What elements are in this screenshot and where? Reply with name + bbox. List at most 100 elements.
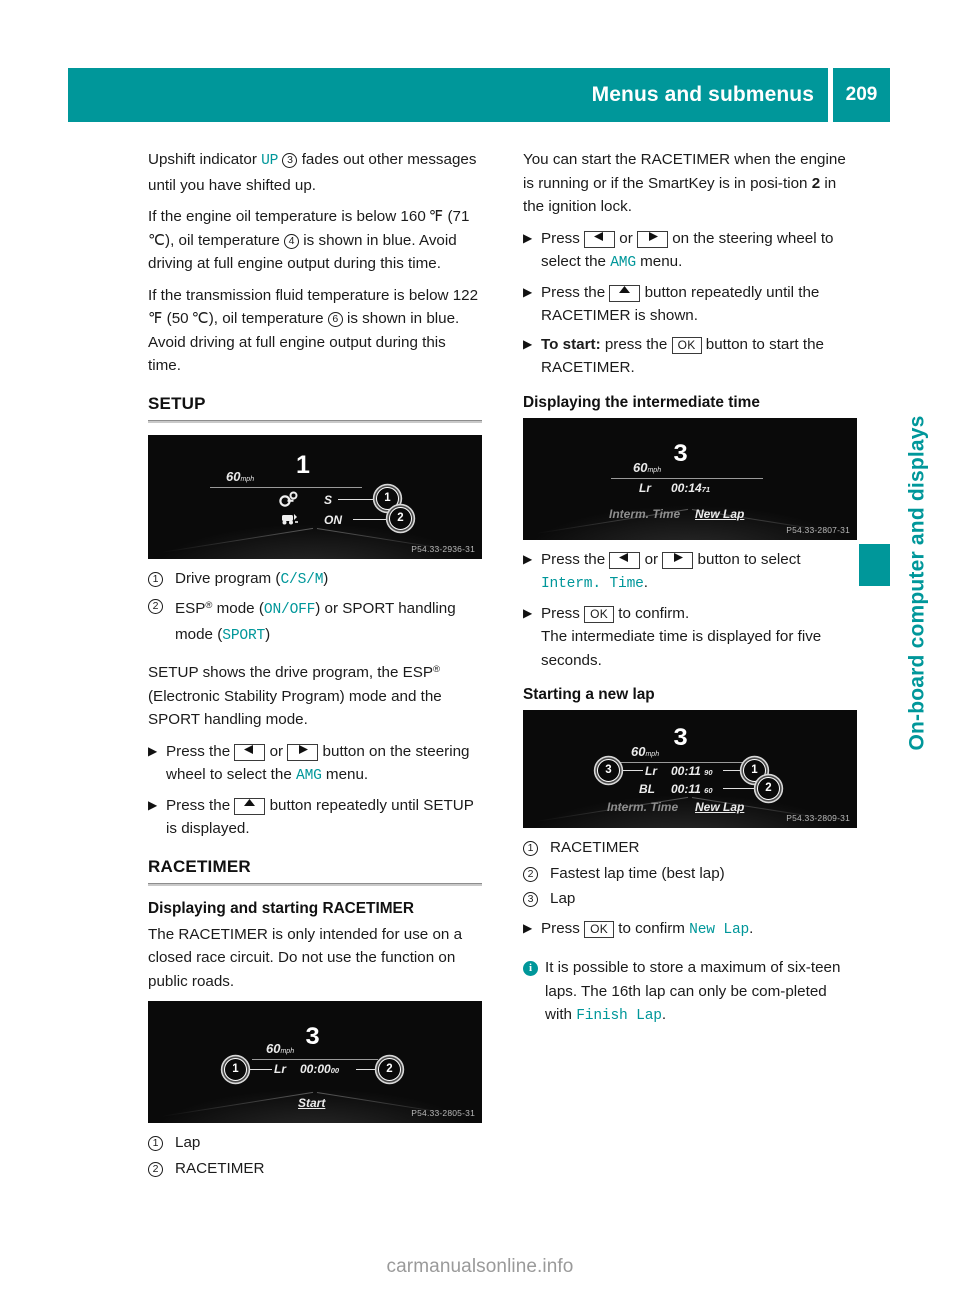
legend-text: RACETIMER: [175, 1159, 265, 1177]
step-result-text: The intermediate time is displayed for f…: [541, 628, 822, 669]
step-confirm-new-lap: ▶ Press OK to confirm New Lap.: [523, 917, 857, 943]
legend-marker: 1: [148, 567, 175, 593]
callout-ref-4: 4: [284, 233, 300, 249]
info-note-text: It is possible to store a maximum of six…: [545, 959, 841, 1024]
legend-marker: 2: [148, 1157, 175, 1181]
legend-text: Drive program (C/S/M): [175, 569, 329, 588]
figure-separator-line: [252, 1059, 378, 1060]
figure-speed: 60mph: [633, 459, 662, 475]
header-title: Menus and submenus: [68, 68, 828, 122]
legend-text: Lap: [550, 890, 576, 907]
step-select-interm-time: ▶ Press the or button to select Interm. …: [523, 548, 857, 597]
paragraph-start-conditions: You can start the RACETIMER when the eng…: [523, 151, 846, 215]
esp-icon: [278, 511, 300, 532]
sport-mode-value: SPORT: [222, 627, 266, 644]
right-arrow-button[interactable]: [637, 230, 668, 248]
figure-best-lap-time: 00:11 60: [671, 782, 713, 796]
upshift-token: UP: [261, 153, 279, 169]
step-confirm-interm-time: ▶ Press OK to confirm. The intermediate t…: [523, 602, 857, 673]
figure-speed: 60mph: [266, 1041, 295, 1056]
figure-lap-label: Lr: [639, 480, 651, 495]
left-arrow-button[interactable]: [234, 743, 266, 761]
figure-image-id: P54.33-2809-31: [786, 813, 850, 823]
info-icon: i: [523, 956, 545, 1029]
figure-separator-line: [611, 477, 763, 479]
leader-line-2: [353, 518, 391, 520]
leader-line-3: [621, 770, 643, 772]
ok-button[interactable]: OK: [584, 920, 615, 938]
up-arrow-button[interactable]: [609, 284, 641, 302]
chapter-side-tab-label: On-board computer and displays: [906, 415, 929, 751]
footer-watermark: carmanualsonline.info: [386, 1256, 574, 1277]
right-arrow-button[interactable]: [662, 551, 694, 569]
legend-item: 2 RACETIMER: [148, 1157, 482, 1181]
legend-marker: 2: [523, 862, 550, 886]
legend-item: 2 Fastest lap time (best lap): [523, 862, 857, 886]
legend-marker: 2: [148, 594, 175, 648]
section-heading-racetimer: RACETIMER: [148, 856, 251, 876]
legend-item: 3 Lap: [523, 887, 857, 911]
legend-item: 1 RACETIMER: [523, 836, 857, 860]
figure-setup-display: 60mph 1 S ON 1 2 P54.33-2936-31: [148, 434, 482, 559]
paragraph-setup-description: SETUP shows the drive program, the ESP® …: [148, 664, 442, 728]
figure-callout-1: 1: [224, 1058, 247, 1081]
figure-lap-time: 00:11 90: [671, 764, 713, 778]
ignition-position: 2: [811, 174, 821, 192]
up-arrow-button[interactable]: [234, 797, 266, 815]
figure-menu-interm-time: Interm. Time: [607, 800, 679, 814]
page-body: Upshift indicator UP 3 fades out other m…: [148, 148, 858, 1182]
page-header: Menus and submenus 209: [68, 68, 890, 122]
legend-text: Lap: [175, 1134, 201, 1151]
chapter-thumb-marker: [859, 544, 890, 586]
legend-text: ESP® mode (ON/OFF) or SPORT handling mod…: [175, 600, 456, 644]
left-arrow-button[interactable]: [609, 551, 641, 569]
step-text: Press the or button on the steering whee…: [166, 742, 470, 785]
figure-callout-1: 1: [376, 486, 399, 510]
drive-program-icon: [278, 491, 300, 512]
figure-lap-time: 00:1471: [671, 480, 711, 495]
leader-line-1: [248, 1069, 272, 1071]
figure-separator-line: [210, 486, 362, 488]
left-arrow-button[interactable]: [584, 230, 616, 248]
step-arrow-icon: ▶: [523, 920, 533, 935]
info-note: i It is possible to store a maximum of s…: [523, 956, 857, 1029]
callout-ref-3: 3: [282, 153, 298, 168]
step-text: Press OK to confirm. The intermediate tim…: [541, 604, 822, 669]
ok-button[interactable]: OK: [584, 605, 615, 623]
right-column: You can start the RACETIMER when the eng…: [523, 148, 857, 1182]
step-start-racetimer: ▶ To start: press the OK button to start…: [523, 333, 857, 380]
step-select-amg-menu: ▶ Press the or button on the steering wh…: [148, 740, 482, 789]
ok-button[interactable]: OK: [671, 336, 702, 354]
figure-best-lap-label: BL: [639, 782, 655, 796]
step-arrow-icon: ▶: [523, 336, 533, 351]
legend-item: 1 Lap: [148, 1131, 482, 1155]
figure-image-id: P54.33-2805-31: [411, 1108, 475, 1118]
leader-line-1: [338, 498, 380, 500]
section-heading-setup: SETUP: [148, 393, 206, 413]
chapter-side-tab: On-board computer and displays: [901, 165, 935, 750]
legend-text: RACETIMER: [550, 839, 640, 856]
figure-callout-2: 2: [389, 506, 412, 530]
figure-gear: 3: [673, 439, 689, 469]
legend-item: 1 Drive program (C/S/M): [148, 567, 482, 593]
step-press-up-until-racetimer: ▶ Press the button repeatedly until the …: [523, 281, 857, 328]
figure-callout-3: 3: [597, 759, 620, 782]
finish-lap-token: Finish Lap: [576, 1008, 662, 1024]
paragraph-racetimer-warning: The RACETIMER is only intended for use o…: [148, 925, 463, 990]
figure-image-id: P54.33-2936-31: [411, 543, 475, 554]
interm-time-token: Interm. Time: [541, 576, 644, 592]
figure-lap-label: Lr: [274, 1062, 286, 1076]
figure-separator-line: [609, 762, 765, 763]
figure-menu-new-lap: New Lap: [695, 506, 745, 521]
figure-callout-2: 2: [378, 1058, 401, 1081]
right-arrow-button[interactable]: [287, 743, 319, 761]
step-text: Press the button repeatedly until SETUP …: [166, 796, 474, 838]
figure-drive-program-value: S: [324, 492, 333, 507]
legend-marker: 1: [148, 1131, 175, 1155]
drive-program-values: C/S/M: [280, 571, 324, 588]
new-lap-token: New Lap: [689, 921, 750, 938]
step-text: Press the or button to select Interm. Ti…: [541, 550, 801, 593]
step-select-amg-menu: ▶ Press or on the steering wheel to sele…: [523, 227, 857, 276]
figure-image-id: P54.33-2807-31: [786, 524, 850, 535]
left-column: Upshift indicator UP 3 fades out other m…: [148, 148, 482, 1182]
